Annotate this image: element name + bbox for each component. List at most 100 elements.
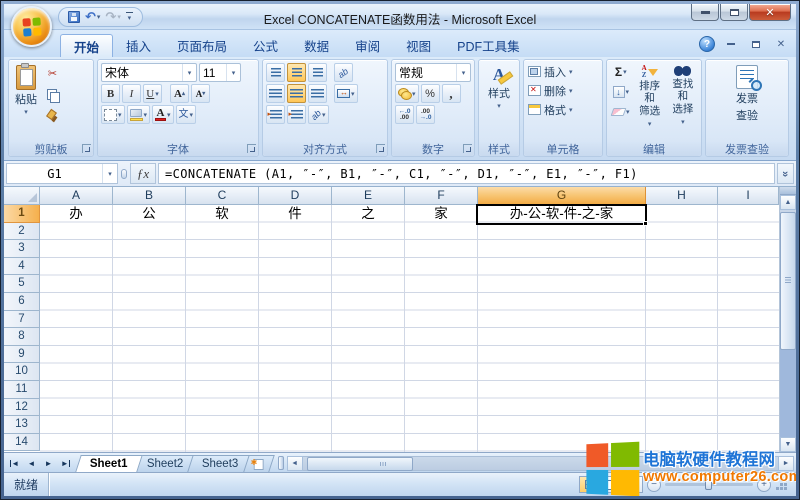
- column-header-h[interactable]: H: [646, 187, 718, 205]
- insert-worksheet-tab[interactable]: ✱: [242, 455, 275, 472]
- undo-button[interactable]: ↶ ▾: [85, 10, 100, 23]
- scroll-up-icon[interactable]: ▲: [780, 195, 796, 210]
- workbook-restore-button[interactable]: [747, 37, 765, 51]
- tab-split-handle[interactable]: [277, 456, 284, 470]
- row-header-13[interactable]: 13: [4, 416, 40, 434]
- redo-button[interactable]: ↷ ▾: [105, 10, 120, 23]
- cell-c1[interactable]: 软: [186, 205, 258, 223]
- clear-button[interactable]: ▾: [609, 102, 633, 121]
- row-header-2[interactable]: 2: [4, 222, 40, 241]
- vertical-scroll-thumb[interactable]: [780, 212, 796, 350]
- accounting-format-button[interactable]: ▾: [395, 84, 419, 103]
- number-format-combo[interactable]: 常规 ▾: [395, 63, 471, 82]
- fill-button[interactable]: ↓ ▾: [609, 82, 633, 101]
- insert-cells-button[interactable]: 插入 ▾: [526, 62, 600, 81]
- prev-sheet-button[interactable]: ◄: [23, 455, 40, 471]
- font-color-button[interactable]: A ▾: [152, 105, 174, 124]
- select-all-corner[interactable]: [4, 187, 40, 205]
- underline-button[interactable]: U ▾: [143, 84, 162, 103]
- row-header-4[interactable]: 4: [4, 257, 40, 276]
- font-dialog-launcher-icon[interactable]: [247, 144, 256, 153]
- zoom-slider-track[interactable]: [665, 479, 753, 490]
- vertical-scroll-track[interactable]: [780, 210, 796, 437]
- row-header-11[interactable]: 11: [4, 380, 40, 399]
- decrease-decimal-button[interactable]: .00 →.0: [416, 105, 435, 124]
- cell-e1[interactable]: 之: [332, 205, 404, 223]
- minimize-button[interactable]: [691, 4, 719, 21]
- paste-button[interactable]: 粘贴 ▾: [11, 62, 41, 141]
- row-header-12[interactable]: 12: [4, 398, 40, 417]
- tab-view[interactable]: 视图: [393, 34, 444, 57]
- invoice-check-button[interactable]: 发票 查验: [732, 62, 762, 126]
- column-header-c[interactable]: C: [186, 187, 259, 205]
- autosum-button[interactable]: Σ ▾: [609, 62, 633, 81]
- clipboard-dialog-launcher-icon[interactable]: [82, 144, 91, 153]
- delete-cells-button[interactable]: 删除▾: [526, 81, 600, 100]
- next-sheet-button[interactable]: ►: [40, 455, 57, 471]
- normal-view-button[interactable]: [579, 476, 601, 493]
- expand-formula-bar-button[interactable]: »: [777, 163, 794, 184]
- cell-a1[interactable]: 办: [40, 205, 112, 223]
- wrap-text-button[interactable]: ab ▾: [308, 105, 329, 124]
- find-select-button[interactable]: 查找和 选择 ▾: [667, 62, 699, 141]
- row-header-9[interactable]: 9: [4, 345, 40, 364]
- zoom-in-button[interactable]: +: [757, 477, 771, 492]
- increase-indent-button[interactable]: [287, 105, 306, 124]
- name-box-dropdown-icon[interactable]: ▾: [102, 164, 117, 183]
- orientation-button[interactable]: ab: [334, 63, 353, 82]
- cell-b1[interactable]: 公: [113, 205, 185, 223]
- column-header-b[interactable]: B: [113, 187, 186, 205]
- align-left-button[interactable]: [266, 84, 285, 103]
- tab-data[interactable]: 数据: [291, 34, 342, 57]
- restore-button[interactable]: [720, 4, 748, 21]
- tab-review[interactable]: 审阅: [342, 34, 393, 57]
- comma-style-button[interactable]: ,: [441, 84, 461, 103]
- page-break-view-button[interactable]: [621, 476, 643, 493]
- name-box[interactable]: G1 ▾: [6, 163, 118, 184]
- borders-button[interactable]: ▾: [101, 105, 125, 124]
- save-button[interactable]: [68, 11, 80, 23]
- tab-insert[interactable]: 插入: [113, 34, 164, 57]
- shrink-font-button[interactable]: A: [191, 84, 210, 103]
- column-header-f[interactable]: F: [405, 187, 478, 205]
- tab-home[interactable]: 开始: [60, 34, 114, 57]
- align-top-button[interactable]: [266, 63, 285, 82]
- scroll-left-icon[interactable]: ◄: [286, 455, 303, 471]
- fill-handle[interactable]: [643, 220, 648, 226]
- cell-g1[interactable]: 办-公-软-件-之-家: [478, 205, 645, 223]
- format-painter-button[interactable]: [43, 106, 62, 125]
- help-icon[interactable]: ?: [699, 36, 715, 52]
- horizontal-scroll-thumb[interactable]: [306, 456, 413, 471]
- phonetic-guide-button[interactable]: 文 ▾: [175, 105, 197, 124]
- resize-grip[interactable]: [775, 478, 788, 492]
- vertical-split-handle[interactable]: [780, 187, 796, 195]
- sheet-tab-sheet1[interactable]: Sheet1: [75, 455, 143, 472]
- row-header-3[interactable]: 3: [4, 240, 40, 258]
- column-header-g[interactable]: G: [478, 187, 646, 205]
- copy-button[interactable]: [43, 85, 62, 104]
- row-header-7[interactable]: 7: [4, 310, 40, 329]
- align-middle-button[interactable]: [287, 63, 306, 82]
- first-sheet-button[interactable]: ◄: [6, 455, 23, 471]
- insert-function-button[interactable]: ƒx: [130, 163, 156, 184]
- formula-bar-splitter[interactable]: [120, 163, 128, 184]
- workbook-minimize-button[interactable]: [722, 37, 740, 51]
- align-right-button[interactable]: [308, 84, 327, 103]
- vertical-scrollbar[interactable]: ▲ ▼: [779, 187, 796, 452]
- cut-button[interactable]: ✂: [43, 64, 62, 83]
- last-sheet-button[interactable]: ►: [57, 455, 74, 471]
- align-center-button[interactable]: [287, 84, 306, 103]
- percent-style-button[interactable]: %: [420, 84, 440, 103]
- scroll-right-icon[interactable]: ►: [778, 455, 794, 471]
- sort-filter-button[interactable]: AZ 排序和 筛选 ▾: [634, 62, 666, 141]
- tab-page-layout[interactable]: 页面布局: [164, 34, 240, 57]
- zoom-slider-thumb[interactable]: [705, 479, 712, 490]
- workbook-close-button[interactable]: ✕: [772, 37, 790, 51]
- decrease-indent-button[interactable]: [266, 105, 285, 124]
- row-header-14[interactable]: 14: [4, 433, 40, 452]
- page-layout-view-button[interactable]: [600, 476, 622, 493]
- font-name-combo[interactable]: 宋体 ▾: [101, 63, 197, 82]
- row-header-5[interactable]: 5: [4, 275, 40, 293]
- zoom-out-button[interactable]: −: [647, 477, 661, 492]
- row-header-8[interactable]: 8: [4, 328, 40, 346]
